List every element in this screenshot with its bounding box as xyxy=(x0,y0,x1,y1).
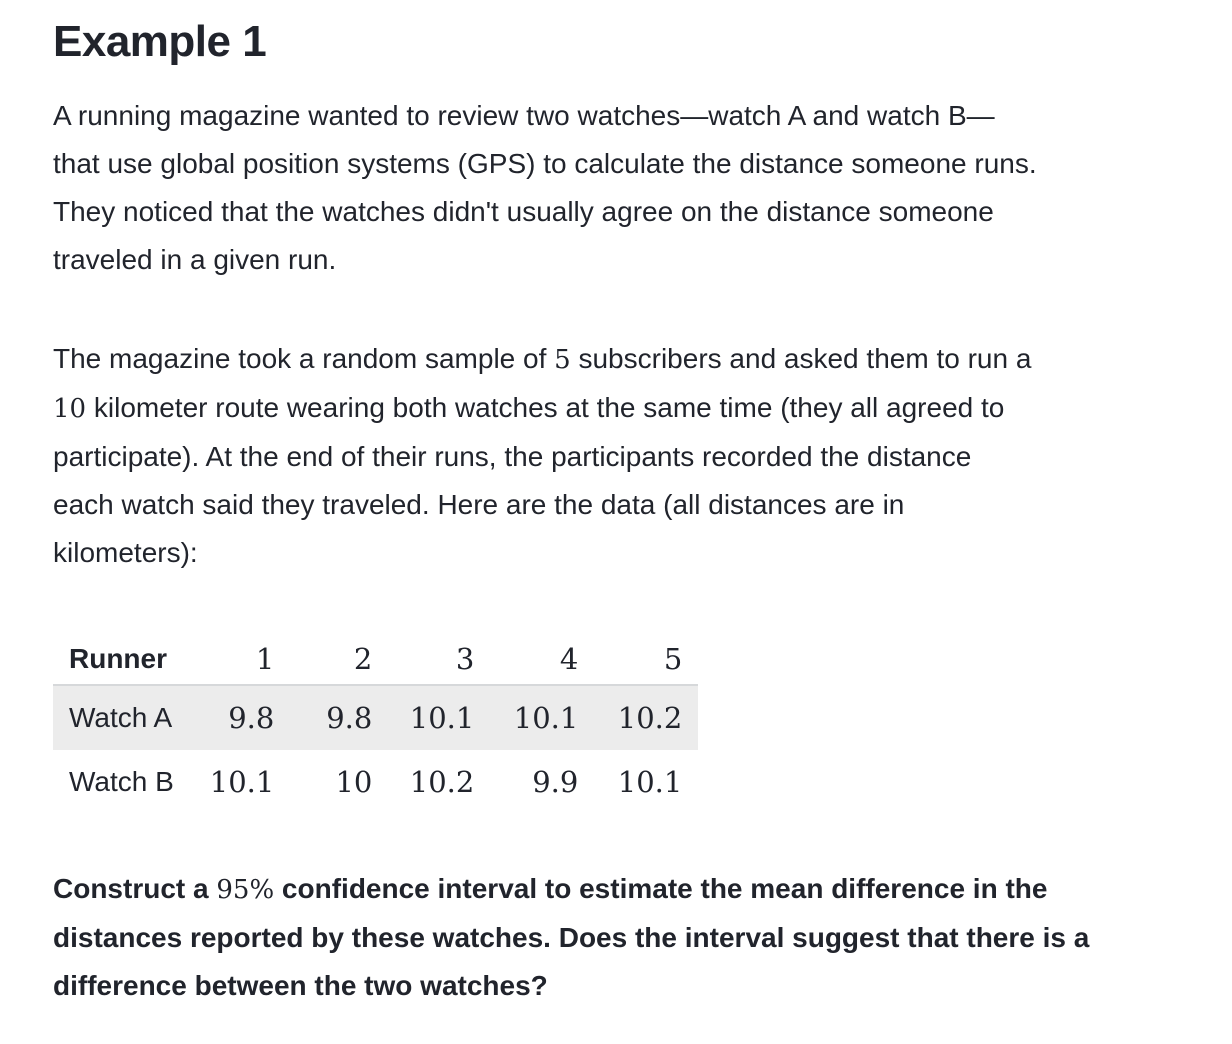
table-row: Watch B 10.1 10 10.2 9.9 10.1 xyxy=(53,750,698,814)
sampling-line: participate). At the end of their runs, … xyxy=(53,441,972,472)
table-cell: 10.1 xyxy=(513,701,579,735)
row-label: Watch B xyxy=(69,766,174,797)
question-text: confidence interval to estimate the mean… xyxy=(274,873,1048,904)
question-line: Construct a 95% confidence interval to e… xyxy=(53,865,1153,914)
table-header-row: Runner 1 2 3 4 5 xyxy=(53,634,699,686)
intro-line: They noticed that the watches didn't usu… xyxy=(53,196,994,227)
intro-paragraph: A running magazine wanted to review two … xyxy=(53,92,1153,284)
table-row: Watch A 9.8 9.8 10.1 10.1 10.2 xyxy=(53,685,699,750)
question-line: difference between the two watches? xyxy=(53,970,548,1001)
sample-size-value: 5 xyxy=(554,345,571,375)
runner-number: 1 xyxy=(191,634,291,686)
table-cell: 9.8 xyxy=(228,701,275,735)
table-cell: 10.2 xyxy=(409,765,475,799)
sampling-text: kilometer route wearing both watches at … xyxy=(86,392,1005,423)
sampling-line: The magazine took a random sample of 5 s… xyxy=(53,335,1153,384)
question-text: Construct a xyxy=(53,873,217,904)
intro-line: A running magazine wanted to review two … xyxy=(53,100,995,131)
sampling-text: subscribers and asked them to run a xyxy=(570,343,1032,374)
intro-line: that use global position systems (GPS) t… xyxy=(53,148,1037,179)
table-cell: 10.1 xyxy=(409,701,475,735)
runner-number: 3 xyxy=(388,634,491,686)
sampling-text: The magazine took a random sample of xyxy=(53,343,555,374)
route-length-value: 10 xyxy=(53,394,87,424)
table-cell: 9.9 xyxy=(532,765,579,799)
intro-line: traveled in a given run. xyxy=(53,244,337,275)
sampling-paragraph: The magazine took a random sample of 5 s… xyxy=(53,335,1153,577)
runner-number: 2 xyxy=(290,634,389,686)
table-cell: 10 xyxy=(335,765,373,799)
runner-number: 5 xyxy=(594,634,699,686)
page-title: Example 1 xyxy=(53,17,267,66)
runner-number: 4 xyxy=(490,634,595,686)
row-label: Watch A xyxy=(69,702,173,733)
sampling-line: 10 kilometer route wearing both watches … xyxy=(53,384,1153,433)
header-label: Runner xyxy=(53,634,192,686)
question-paragraph: Construct a 95% confidence interval to e… xyxy=(53,865,1153,1010)
table-cell: 10.1 xyxy=(209,765,275,799)
confidence-level-value: 95% xyxy=(216,875,275,905)
table-cell: 9.8 xyxy=(326,701,373,735)
table-cell: 10.2 xyxy=(617,701,683,735)
table-cell: 10.1 xyxy=(617,765,683,799)
question-line: distances reported by these watches. Doe… xyxy=(53,922,1090,953)
data-table: Runner 1 2 3 4 5 Watch A 9.8 9.8 10.1 10… xyxy=(53,634,699,814)
sampling-line: each watch said they traveled. Here are … xyxy=(53,489,905,520)
sampling-line: kilometers): xyxy=(53,537,198,568)
